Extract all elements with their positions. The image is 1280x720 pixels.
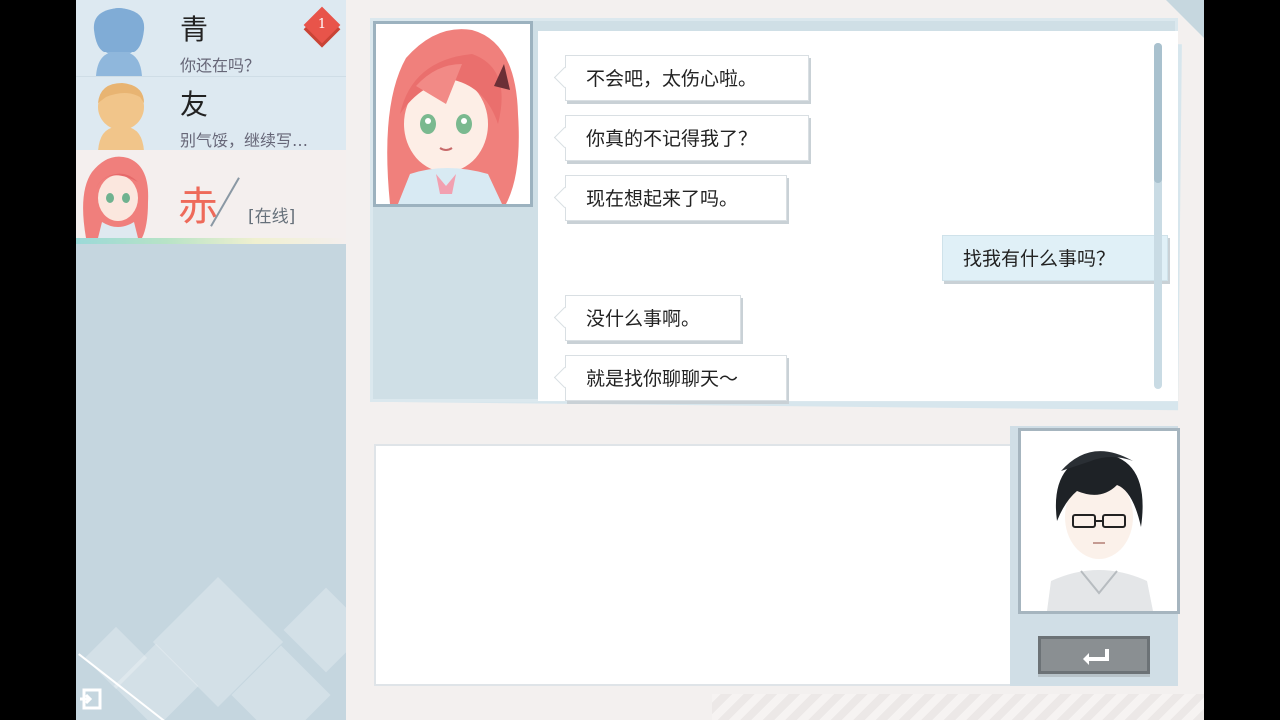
message-bubble-received: 没什么事啊。 [565, 295, 741, 341]
contact-item-you[interactable]: 友 别气馁，继续写… [76, 76, 346, 151]
avatar-chi-portrait [83, 156, 149, 238]
send-button[interactable] [1038, 636, 1150, 674]
decorative-stripes [712, 694, 1204, 720]
avatar-silhouette-blue [93, 8, 145, 76]
partner-portrait [373, 21, 533, 207]
active-indicator-gradient [76, 238, 346, 244]
partner-character-image [387, 29, 519, 204]
chat-scrollbar-thumb[interactable] [1154, 43, 1162, 183]
chat-panel: 不会吧，太伤心啦。 你真的不记得我了？ 现在想起来了吗。找我有什么事吗？ 没什么事啊。… [370, 18, 1178, 402]
contact-item-qing[interactable]: 青 你还在吗？ 1 [76, 0, 346, 76]
contact-last-message: 别气馁，继续写… [180, 131, 309, 150]
contact-list-sidebar: 青 你还在吗？ 1 友 别气馁，继续写… 赤 [在线] [76, 0, 346, 720]
unread-badge: 1 [303, 6, 341, 44]
avatar-silhouette-orange [98, 83, 144, 151]
chat-scrollbar[interactable] [1154, 43, 1162, 389]
message-bubble-received: 你真的不记得我了？ [565, 115, 809, 161]
message-bubble-received: 就是找你聊聊天～ [565, 355, 787, 401]
contact-last-message: 你还在吗？ [180, 56, 261, 75]
contact-name: 友 [180, 88, 209, 121]
player-character-image [1047, 451, 1153, 611]
message-bubble-received: 现在想起来了吗。 [565, 175, 787, 221]
game-screen: 青 你还在吗？ 1 友 别气馁，继续写… 赤 [在线] 不会吧，太伤心啦。 你真… [76, 0, 1204, 720]
message-bubble-sent: 找我有什么事吗？ [942, 235, 1168, 281]
message-input-box[interactable] [374, 444, 1016, 686]
message-bubble-received: 不会吧，太伤心啦。 [565, 55, 809, 101]
exit-door-icon[interactable] [78, 686, 104, 712]
contact-name: 青 [180, 13, 209, 46]
contact-item-chi-active[interactable]: 赤 [在线] [76, 150, 346, 244]
message-list[interactable]: 不会吧，太伤心啦。 你真的不记得我了？ 现在想起来了吗。找我有什么事吗？ 没什么事啊。… [538, 31, 1178, 401]
online-status: [在线] [248, 207, 296, 227]
player-portrait [1018, 428, 1180, 614]
enter-return-icon [1083, 649, 1109, 665]
